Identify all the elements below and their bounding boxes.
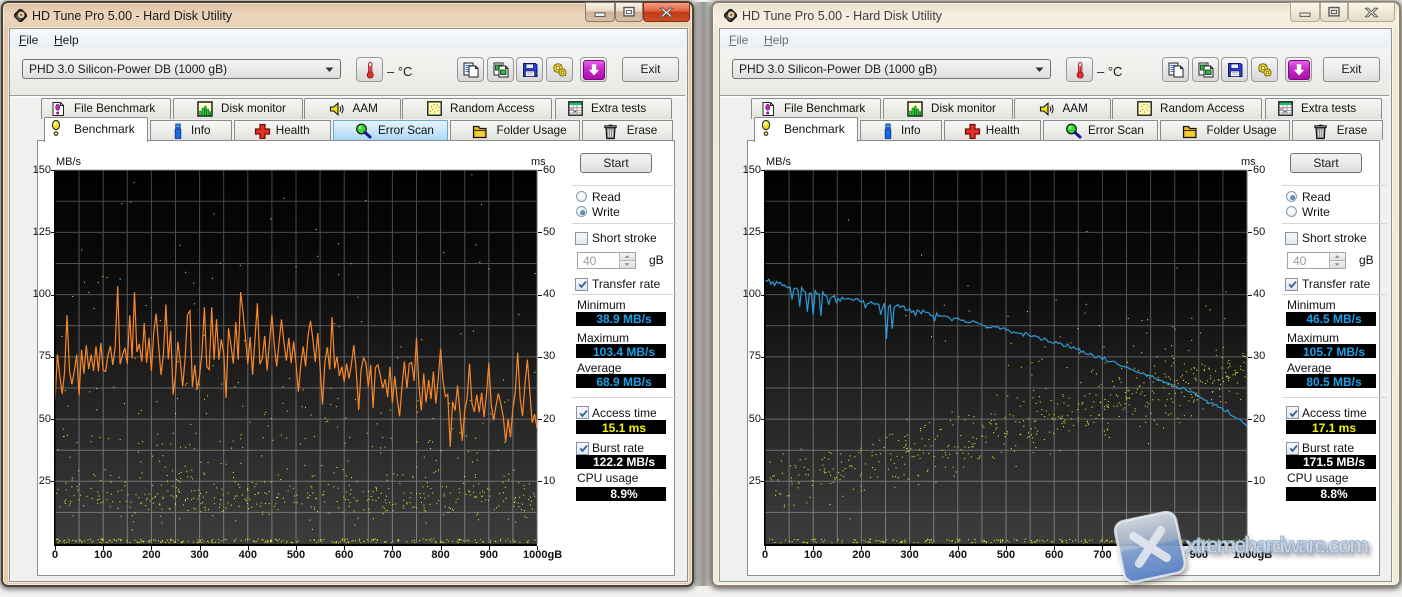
svg-text:xtremehardware.com: xtremehardware.com: [1185, 532, 1369, 558]
